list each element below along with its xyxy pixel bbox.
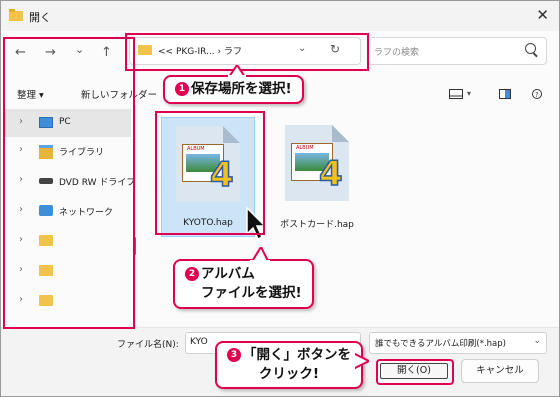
filetype-select[interactable]: 誰でもできるアルバム印刷(*.hap) ⌄ — [369, 332, 547, 354]
view-mode-icon[interactable] — [449, 89, 463, 99]
filename-label: ファイル名(N): — [117, 340, 179, 350]
search-box[interactable]: ラフの検索 — [367, 37, 547, 65]
filetype-value: 誰でもできるアルバム印刷(*.hap) — [375, 339, 506, 349]
cancel-button[interactable]: キャンセル — [461, 359, 539, 383]
callout-text-line-2: クリック! — [258, 366, 320, 382]
view-dropdown-icon[interactable]: ▾ — [467, 89, 471, 98]
close-icon[interactable]: ✕ — [536, 6, 549, 24]
callout-pointer — [249, 247, 271, 263]
chevron-down-icon: ⌄ — [533, 336, 541, 346]
callout-click-open: 3 「開く」ボタンを クリック! — [215, 341, 363, 389]
step-number-badge: 2 — [185, 267, 199, 281]
callout-text: 保存場所を選択! — [191, 81, 292, 97]
step-number-badge: 1 — [175, 82, 189, 96]
window-title: 開く — [29, 11, 51, 24]
filename-value: KYO — [190, 337, 208, 347]
callout-pointer — [227, 65, 247, 77]
file-highlight-frame — [155, 111, 265, 235]
search-icon — [525, 43, 536, 54]
open-dialog: 開く ✕ ← → ⌄ ↑ << PKG-IR... › ラフ ⌄ ↻ ラフの検索… — [0, 0, 560, 397]
pane-divider[interactable] — [135, 105, 136, 327]
step-number-badge: 3 — [227, 348, 241, 362]
navigation-highlight-frame — [3, 37, 135, 329]
file-item-postcard[interactable]: ALBUM 4 ポストカード.hap — [271, 117, 363, 235]
callout-text-line-1: アルバム — [201, 266, 255, 282]
album-word: ALBUM — [296, 145, 314, 151]
callout-pointer — [353, 351, 369, 371]
open-button-label: 開く(O) — [380, 363, 448, 379]
svg-text:?: ? — [535, 91, 539, 99]
title-bar: 開く ✕ — [1, 1, 559, 31]
address-highlight-frame — [125, 33, 369, 71]
preview-pane-icon[interactable] — [499, 89, 511, 99]
callout-text-line-2: ファイルを選択! — [201, 285, 302, 301]
version-badge: 4 — [318, 154, 343, 194]
callout-text-line-1: 「開く」ボタンを — [243, 347, 351, 363]
file-name: ポストカード.hap — [280, 220, 354, 230]
callout-choose-album-file: 2 アルバム ファイルを選択! — [173, 259, 314, 309]
callout-choose-location: 1 保存場所を選択! — [163, 75, 304, 104]
dialog-folder-icon — [9, 9, 23, 21]
search-placeholder: ラフの検索 — [374, 48, 420, 58]
open-button[interactable]: 開く(O) — [376, 359, 454, 385]
help-icon[interactable]: ? — [531, 89, 543, 99]
